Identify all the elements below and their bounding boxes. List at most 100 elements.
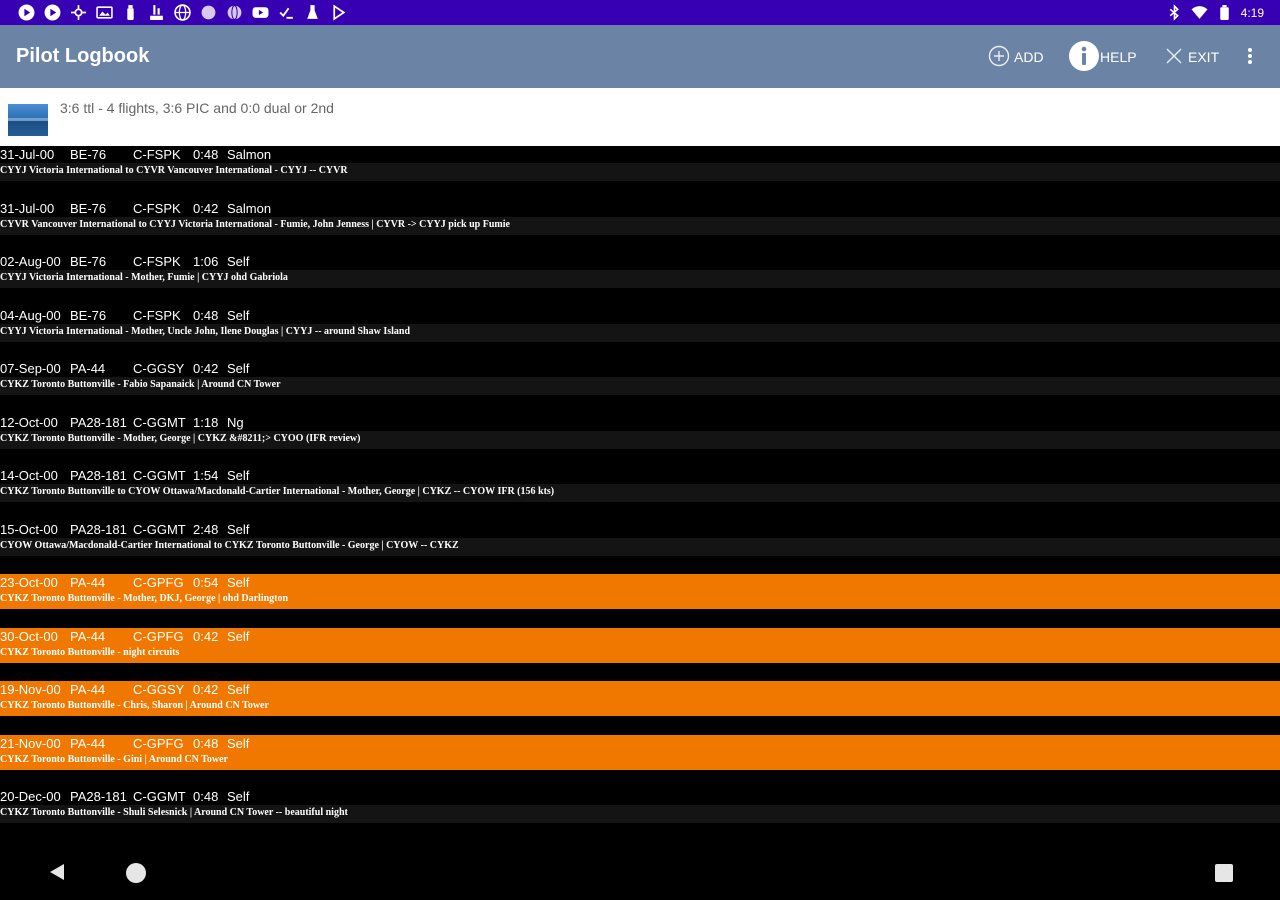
globe-icon (226, 4, 243, 21)
flight-date: 31-Jul-00 (0, 147, 55, 162)
aircraft-type: PA-44 (70, 361, 106, 376)
aircraft-type: PA-44 (70, 628, 106, 644)
help-button[interactable]: HELP (1068, 40, 1137, 75)
pilot-in-command: Self (227, 361, 250, 376)
overflow-menu-button[interactable] (1240, 41, 1260, 73)
play-circle-icon (44, 4, 61, 21)
pilot-in-command: Self (227, 521, 250, 537)
lab-icon (148, 4, 165, 21)
flight-date: 19-Nov-00 (0, 682, 61, 697)
flight-duration: 1:54 (193, 468, 219, 483)
flight-route-detail: CYKZ Toronto Buttonville - Gini | Around… (0, 751, 1280, 770)
aircraft-type: PA28-181 (70, 468, 127, 483)
navigation-bar (0, 840, 1280, 900)
add-button[interactable]: ADD (988, 41, 1044, 73)
close-icon (1164, 46, 1184, 69)
flight-entry[interactable]: 02-Aug-00 BE-76 C-FSPK 1:06 Self CYYJ Victori… (0, 253, 1280, 307)
flight-summary-line: 31-Jul-00 BE-76 C-FSPK 0:48 Salmon (0, 146, 1280, 163)
flight-summary-line: 04-Aug-00 BE-76 C-FSPK 0:48 Self (0, 307, 1280, 324)
circle-icon (200, 4, 217, 21)
aircraft-registration: C-GGMT (133, 468, 186, 483)
battery-icon (1216, 4, 1233, 21)
gallery-icon (96, 4, 113, 21)
flight-date: 21-Nov-00 (0, 735, 61, 751)
play-icon (330, 4, 347, 21)
flight-date: 04-Aug-00 (0, 307, 61, 323)
flight-entry[interactable]: 14-Oct-00 PA28-181 C-GGMT 1:54 Self CYKZ Toro… (0, 467, 1280, 521)
info-icon (1068, 40, 1100, 75)
aircraft-type: BE-76 (70, 307, 107, 323)
logbook-summary: 3:6 ttl - 4 flights, 3:6 PIC and 0:0 dua… (0, 88, 1280, 146)
aircraft-registration: C-GPFG (133, 628, 184, 644)
aircraft-registration: C-FSPK (133, 200, 181, 216)
flight-entry[interactable]: 15-Oct-00 PA28-181 C-GGMT 2:48 Self CYOW Otta… (0, 521, 1280, 575)
flight-entry[interactable]: 04-Aug-00 BE-76 C-FSPK 0:48 Self CYYJ Victori… (0, 307, 1280, 361)
flight-date: 14-Oct-00 (0, 468, 58, 483)
add-circle-icon (988, 45, 1010, 70)
home-button[interactable] (126, 863, 146, 883)
flight-route-detail: CYKZ Toronto Buttonville - Fabio Sapanai… (0, 377, 1280, 395)
flight-duration: 0:42 (193, 628, 219, 644)
pilot-in-command: Self (227, 735, 250, 751)
flight-date: 07-Sep-00 (0, 361, 61, 376)
pilot-in-command: Salmon (227, 200, 272, 216)
checklist-icon (278, 4, 295, 21)
flight-summary-line: 20-Dec-00 PA28-181 C-GGMT 0:48 Self (0, 788, 1280, 805)
pilot-in-command: Ng (227, 414, 244, 430)
flight-duration: 0:54 (193, 575, 219, 590)
flight-route-detail: CYKZ Toronto Buttonville - Mother, DKJ, … (0, 591, 1280, 609)
flight-route-detail: CYYJ Victoria International - Mother, Un… (0, 323, 1280, 342)
pilot-in-command: Self (227, 682, 250, 697)
flight-date: 23-Oct-00 (0, 575, 58, 590)
pilot-in-command: Self (227, 468, 250, 483)
flight-list[interactable]: 31-Jul-00 BE-76 C-FSPK 0:48 Salmon CYYJ Victo… (0, 146, 1280, 840)
flight-entry[interactable]: 31-Jul-00 BE-76 C-FSPK 0:48 Salmon CYYJ Victo… (0, 146, 1280, 200)
aircraft-type: PA-44 (70, 682, 106, 697)
flight-duration: 0:48 (193, 735, 219, 751)
notification-icons (18, 4, 347, 21)
help-label: HELP (1100, 49, 1137, 65)
flight-entry[interactable]: 07-Sep-00 PA-44 C-GGSY 0:42 Self CYKZ Toronto… (0, 360, 1280, 414)
flight-entry[interactable]: 19-Nov-00 PA-44 C-GGSY 0:42 Self CYKZ Toronto… (0, 681, 1280, 735)
aircraft-registration: C-GGMT (133, 414, 186, 430)
summary-text: 3:6 ttl - 4 flights, 3:6 PIC and 0:0 dua… (60, 100, 334, 116)
network-icon (70, 4, 87, 21)
aircraft-thumbnail (8, 104, 48, 136)
aircraft-type: PA28-181 (70, 414, 127, 430)
add-label: ADD (1014, 49, 1044, 65)
flight-duration: 1:18 (193, 414, 219, 430)
flight-summary-line: 30-Oct-00 PA-44 C-GPFG 0:42 Self (0, 627, 1280, 645)
status-bar: 4:19 (0, 0, 1280, 25)
flight-entry[interactable]: 20-Dec-00 PA28-181 C-GGMT 0:48 Self CYKZ Toro… (0, 788, 1280, 840)
flight-summary-line: 21-Nov-00 PA-44 C-GPFG 0:48 Self (0, 734, 1280, 752)
flight-route-detail: CYKZ Toronto Buttonville to CYOW Ottawa/… (0, 484, 1280, 502)
flight-duration: 0:42 (193, 200, 219, 216)
recents-button[interactable] (1215, 864, 1233, 882)
flight-date: 20-Dec-00 (0, 789, 61, 804)
globe-icon (174, 4, 191, 21)
aircraft-type: BE-76 (70, 147, 107, 162)
flight-route-detail: CYVR Vancouver International to CYYJ Vic… (0, 216, 1280, 235)
back-button[interactable] (47, 862, 67, 886)
flight-date: 02-Aug-00 (0, 254, 61, 269)
flight-route-detail: CYKZ Toronto Buttonville - night circuit… (0, 644, 1280, 663)
flight-date: 31-Jul-00 (0, 200, 55, 216)
pilot-in-command: Self (227, 254, 250, 269)
flight-entry[interactable]: 23-Oct-00 PA-44 C-GPFG 0:54 Self CYKZ Toronto… (0, 574, 1280, 628)
exit-label: EXIT (1188, 49, 1220, 65)
flight-entry[interactable]: 12-Oct-00 PA28-181 C-GGMT 1:18 Ng CYKZ Toront… (0, 414, 1280, 468)
flight-duration: 0:48 (193, 307, 219, 323)
exit-button[interactable]: EXIT (1164, 41, 1219, 73)
flight-entry[interactable]: 30-Oct-00 PA-44 C-GPFG 0:42 Self CYKZ Toronto… (0, 627, 1280, 682)
flight-summary-line: 14-Oct-00 PA28-181 C-GGMT 1:54 Self (0, 467, 1280, 484)
flight-date: 12-Oct-00 (0, 414, 58, 430)
flight-summary-line: 15-Oct-00 PA28-181 C-GGMT 2:48 Self (0, 521, 1280, 538)
flight-entry[interactable]: 31-Jul-00 BE-76 C-FSPK 0:42 Salmon CYVR Vanco… (0, 200, 1280, 254)
flight-entry[interactable]: 21-Nov-00 PA-44 C-GPFG 0:48 Self CYKZ Toronto… (0, 734, 1280, 789)
flight-route-detail: CYYJ Victoria International - Mother, Fu… (0, 270, 1280, 288)
aircraft-type: PA28-181 (70, 521, 127, 537)
aircraft-registration: C-FSPK (133, 307, 181, 323)
aircraft-registration: C-GPFG (133, 735, 184, 751)
flight-duration: 2:48 (193, 521, 219, 537)
aircraft-type: BE-76 (70, 200, 107, 216)
